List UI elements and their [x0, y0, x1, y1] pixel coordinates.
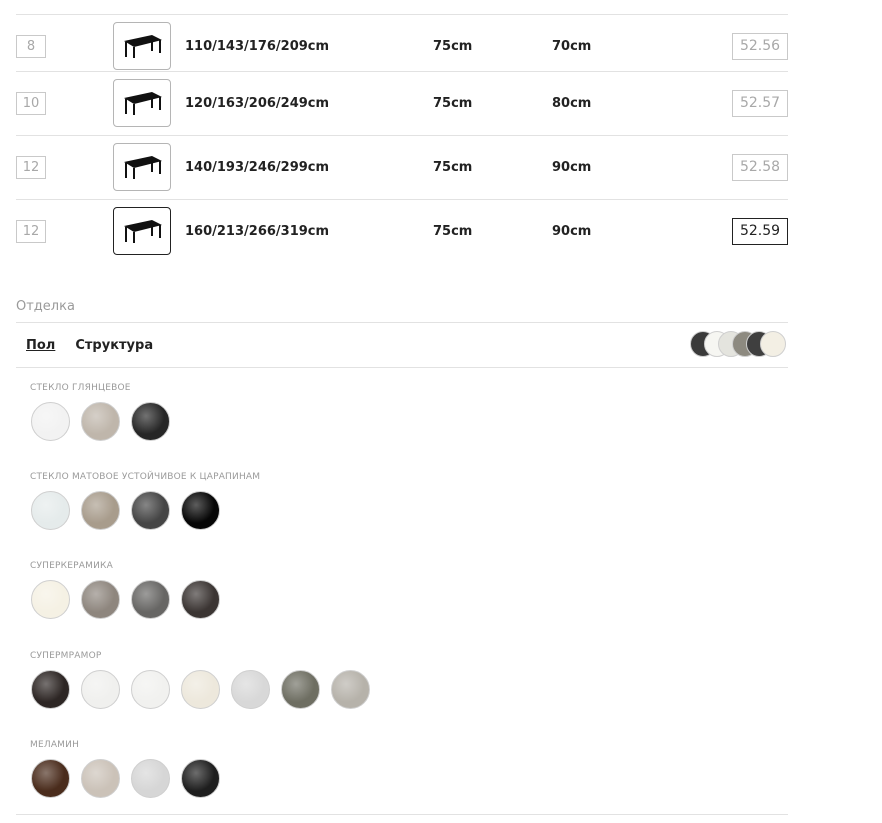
- finish-swatch[interactable]: [131, 759, 170, 798]
- table-icon: [124, 156, 162, 179]
- product-code[interactable]: 52.56: [732, 33, 788, 60]
- product-code[interactable]: 52.58: [732, 154, 788, 181]
- length-value: 120/163/206/249cm: [185, 96, 330, 111]
- finish-swatch[interactable]: [181, 491, 220, 530]
- divider: [16, 814, 788, 815]
- finish-tab[interactable]: Пол: [26, 338, 55, 353]
- table-row[interactable]: 12 140/193/246/299cm 75cm 90cm 52.58: [16, 135, 788, 199]
- width-value: 90cm: [552, 160, 592, 175]
- product-code[interactable]: 52.57: [732, 90, 788, 117]
- finish-group-label: суперкерамика: [30, 561, 113, 571]
- finish-swatch[interactable]: [31, 491, 70, 530]
- finish-swatch[interactable]: [131, 402, 170, 441]
- table-icon: [124, 35, 162, 58]
- swatch-row: [31, 402, 170, 441]
- product-table: 8 110/143/176/209cm 75cm 70cm 52.56 10 1…: [16, 7, 788, 263]
- width-value: 70cm: [552, 39, 592, 54]
- table-thumbnail[interactable]: [113, 207, 171, 255]
- table-row[interactable]: 10 120/163/206/249cm 75cm 80cm 52.57: [16, 71, 788, 135]
- finish-swatch[interactable]: [81, 491, 120, 530]
- swatch-row: [31, 491, 220, 530]
- width-value: 90cm: [552, 224, 592, 239]
- width-value: 80cm: [552, 96, 592, 111]
- finish-swatch[interactable]: [81, 402, 120, 441]
- table-icon: [124, 220, 162, 243]
- length-value: 160/213/266/319cm: [185, 224, 330, 239]
- finish-swatch[interactable]: [81, 670, 120, 709]
- seats-count: 12: [16, 220, 46, 243]
- divider: [16, 322, 788, 323]
- finish-swatch[interactable]: [81, 580, 120, 619]
- finish-swatch[interactable]: [131, 491, 170, 530]
- finish-swatch[interactable]: [281, 670, 320, 709]
- finish-swatch[interactable]: [231, 670, 270, 709]
- finish-swatch[interactable]: [181, 580, 220, 619]
- seats-count: 12: [16, 156, 46, 179]
- height-value: 75cm: [433, 96, 473, 111]
- swatch-row: [31, 580, 220, 619]
- finish-group-label: супермрамор: [30, 651, 102, 661]
- preview-swatch: [760, 331, 786, 357]
- finish-group-label: стекло матовое устойчивое к царапинам: [30, 472, 261, 482]
- table-row[interactable]: 12 160/213/266/319cm 75cm 90cm 52.59: [16, 199, 788, 263]
- divider: [16, 367, 788, 368]
- finish-swatch[interactable]: [81, 759, 120, 798]
- finish-title: Отделка: [16, 299, 75, 314]
- finish-swatch[interactable]: [181, 759, 220, 798]
- selected-finish-preview[interactable]: [690, 331, 790, 359]
- finish-swatch[interactable]: [131, 670, 170, 709]
- finish-swatch[interactable]: [31, 402, 70, 441]
- finish-tabs: Пол Структура: [26, 338, 153, 353]
- table-thumbnail[interactable]: [113, 143, 171, 191]
- swatch-row: [31, 670, 370, 709]
- finish-swatch[interactable]: [181, 670, 220, 709]
- seats-count: 10: [16, 92, 46, 115]
- height-value: 75cm: [433, 224, 473, 239]
- finish-group-label: меламин: [30, 740, 80, 750]
- table-thumbnail[interactable]: [113, 22, 171, 70]
- length-value: 110/143/176/209cm: [185, 39, 330, 54]
- finish-swatch[interactable]: [331, 670, 370, 709]
- height-value: 75cm: [433, 160, 473, 175]
- swatch-row: [31, 759, 220, 798]
- finish-tab[interactable]: Структура: [75, 338, 153, 353]
- finish-swatch[interactable]: [31, 759, 70, 798]
- product-code[interactable]: 52.59: [732, 218, 788, 245]
- table-row[interactable]: 8 110/143/176/209cm 75cm 70cm 52.56: [16, 14, 788, 78]
- table-icon: [124, 92, 162, 115]
- height-value: 75cm: [433, 39, 473, 54]
- length-value: 140/193/246/299cm: [185, 160, 330, 175]
- finish-swatch[interactable]: [31, 580, 70, 619]
- table-thumbnail[interactable]: [113, 79, 171, 127]
- finish-swatch[interactable]: [31, 670, 70, 709]
- finish-swatch[interactable]: [131, 580, 170, 619]
- seats-count: 8: [16, 35, 46, 58]
- finish-group-label: стекло глянцевое: [30, 383, 131, 393]
